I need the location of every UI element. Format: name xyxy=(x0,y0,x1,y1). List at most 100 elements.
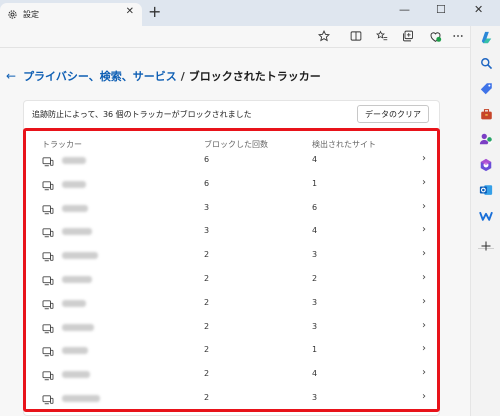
collections-icon[interactable] xyxy=(400,28,416,44)
browser-essentials-icon[interactable] xyxy=(427,28,443,44)
detected-sites-count: 3 xyxy=(312,393,318,402)
tracker-name-redacted xyxy=(62,180,86,188)
chevron-right-icon[interactable]: › xyxy=(422,343,426,354)
chevron-right-icon[interactable]: › xyxy=(422,391,426,402)
tab-title: 設定 xyxy=(23,10,39,19)
breadcrumb-separator: / xyxy=(180,69,185,83)
title-bar: 設定 ✕ + — ☐ ✕ xyxy=(0,0,500,26)
edge-sidebar xyxy=(470,26,500,416)
device-icon xyxy=(42,181,54,191)
blocked-count: 6 xyxy=(204,155,210,164)
device-icon xyxy=(42,323,54,333)
chevron-right-icon[interactable]: › xyxy=(422,272,426,283)
tracker-row[interactable]: 2 1 › xyxy=(36,341,432,365)
chevron-right-icon[interactable]: › xyxy=(422,177,426,188)
detected-sites-count: 4 xyxy=(312,369,318,379)
chevron-right-icon[interactable]: › xyxy=(422,224,426,235)
blocked-count: 2 xyxy=(204,321,210,331)
split-screen-icon[interactable] xyxy=(348,28,364,44)
tracker-name-redacted xyxy=(62,276,92,283)
close-window-button[interactable]: ✕ xyxy=(474,3,483,16)
tracker-row[interactable]: 3 6 › xyxy=(36,199,432,223)
device-icon xyxy=(42,157,54,167)
chevron-right-icon[interactable]: › xyxy=(422,320,426,331)
tracker-row[interactable]: 2 2 › xyxy=(36,270,432,294)
tracker-row[interactable]: 2 3 › xyxy=(36,294,432,318)
tracker-name-redacted xyxy=(62,299,86,307)
blocked-count: 2 xyxy=(204,369,210,379)
blocked-count: 2 xyxy=(204,393,210,402)
tracker-name-redacted xyxy=(62,252,98,260)
blocked-count: 2 xyxy=(204,274,210,283)
blocked-count: 2 xyxy=(204,297,210,307)
tracker-row[interactable]: 2 3 › xyxy=(36,389,432,413)
blocked-count: 2 xyxy=(204,250,210,260)
shopping-tag-icon[interactable] xyxy=(478,80,494,96)
copilot-icon[interactable] xyxy=(478,29,494,45)
chevron-right-icon[interactable]: › xyxy=(422,201,426,212)
gear-icon xyxy=(8,10,17,19)
tracker-row[interactable]: 6 4 › xyxy=(36,151,432,175)
blocked-count: 6 xyxy=(204,178,210,188)
device-icon xyxy=(42,300,54,310)
favorite-star-icon[interactable] xyxy=(316,28,332,44)
detected-sites-count: 6 xyxy=(312,202,318,212)
detected-sites-count: 4 xyxy=(312,155,318,164)
minimize-button[interactable]: — xyxy=(399,3,410,16)
tracker-name-redacted xyxy=(62,228,92,236)
detected-sites-count: 3 xyxy=(312,250,318,260)
tracker-row[interactable]: 2 4 › xyxy=(36,365,432,389)
add-icon[interactable] xyxy=(478,238,494,254)
browser-toolbar xyxy=(0,26,470,48)
maximize-button[interactable]: ☐ xyxy=(436,3,446,16)
tracker-name-redacted xyxy=(62,395,100,402)
blocked-summary: 追跡防止によって、36 個のトラッカーがブロックされました xyxy=(32,110,252,119)
new-tab-button[interactable]: + xyxy=(148,4,161,20)
tracker-name-redacted xyxy=(62,371,90,379)
blocked-count: 3 xyxy=(204,226,210,236)
detected-sites-count: 4 xyxy=(312,226,318,236)
blocked-count: 3 xyxy=(204,202,210,212)
breadcrumb-parent-link[interactable]: プライバシー、検索、サービス xyxy=(23,68,177,84)
search-icon[interactable] xyxy=(478,55,494,71)
tracker-row[interactable]: 2 3 › xyxy=(36,246,432,270)
device-icon xyxy=(42,204,54,214)
tab-close-button[interactable]: ✕ xyxy=(126,6,134,17)
office-icon[interactable] xyxy=(478,157,494,173)
tab-settings[interactable]: 設定 ✕ xyxy=(0,3,142,26)
clear-data-button[interactable]: データのクリア xyxy=(357,105,429,123)
page-title: ブロックされたトラッカー xyxy=(188,70,321,83)
tracker-row[interactable]: 6 1 › xyxy=(36,175,432,199)
column-header-detected-sites: 検出されたサイト xyxy=(312,140,376,149)
tracker-name-redacted xyxy=(62,157,86,164)
tracker-row[interactable]: 3 4 › xyxy=(36,222,432,246)
detected-sites-count: 2 xyxy=(312,274,318,283)
detected-sites-count: 1 xyxy=(312,345,318,355)
blocked-count: 2 xyxy=(204,345,210,355)
tracker-name-redacted xyxy=(62,204,88,212)
device-icon xyxy=(42,347,54,357)
device-icon xyxy=(42,228,54,238)
tracker-name-redacted xyxy=(62,347,88,355)
device-icon xyxy=(42,371,54,381)
tracker-row[interactable]: 2 3 › xyxy=(36,318,432,342)
detected-sites-count: 3 xyxy=(312,321,318,331)
back-arrow-icon[interactable]: ← xyxy=(6,69,16,83)
drop-icon[interactable] xyxy=(478,208,494,224)
device-icon xyxy=(42,276,54,286)
tools-briefcase-icon[interactable] xyxy=(478,106,494,122)
chevron-right-icon[interactable]: › xyxy=(422,296,426,307)
chevron-right-icon[interactable]: › xyxy=(422,248,426,259)
column-header-blocked-count: ブロックした回数 xyxy=(204,140,268,149)
detected-sites-count: 3 xyxy=(312,297,318,307)
more-icon[interactable] xyxy=(450,28,466,44)
chevron-right-icon[interactable]: › xyxy=(422,153,426,164)
favorites-list-icon[interactable] xyxy=(374,28,390,44)
device-icon xyxy=(42,395,54,405)
people-icon[interactable] xyxy=(478,131,494,147)
detected-sites-count: 1 xyxy=(312,178,318,188)
outlook-icon[interactable] xyxy=(478,182,494,198)
device-icon xyxy=(42,252,54,262)
page-heading: ← プライバシー、検索、サービス / ブロックされたトラッカー xyxy=(6,68,321,84)
chevron-right-icon[interactable]: › xyxy=(422,367,426,378)
